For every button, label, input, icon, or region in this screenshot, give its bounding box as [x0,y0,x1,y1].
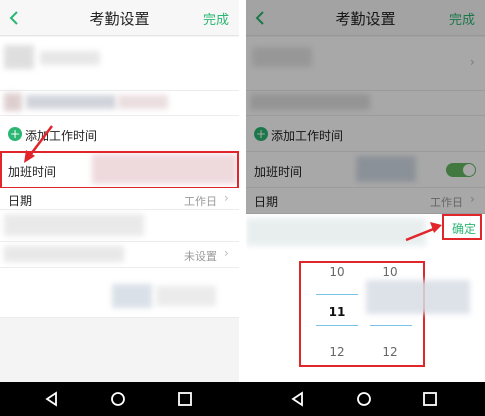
right-screen: 考勤设置 完成 › + 添加工作时间 加班时间 日期 工作日 › 确定 10 1… [246,0,485,382]
annotation-arrow [405,222,442,242]
nav-recents-icon[interactable] [175,389,195,409]
nav-recents-icon[interactable] [420,389,440,409]
nav-back-icon[interactable] [288,389,308,409]
system-nav-bar [0,382,485,416]
panel-divider [239,0,246,382]
left-screen: 考勤设置 完成 + 添加工作时间 加班时间 日期 工作日 › 未设置 › [0,0,239,382]
nav-home-icon[interactable] [108,389,128,409]
nav-back-icon[interactable] [42,389,62,409]
nav-home-icon[interactable] [354,389,374,409]
annotation-arrow [24,125,53,163]
